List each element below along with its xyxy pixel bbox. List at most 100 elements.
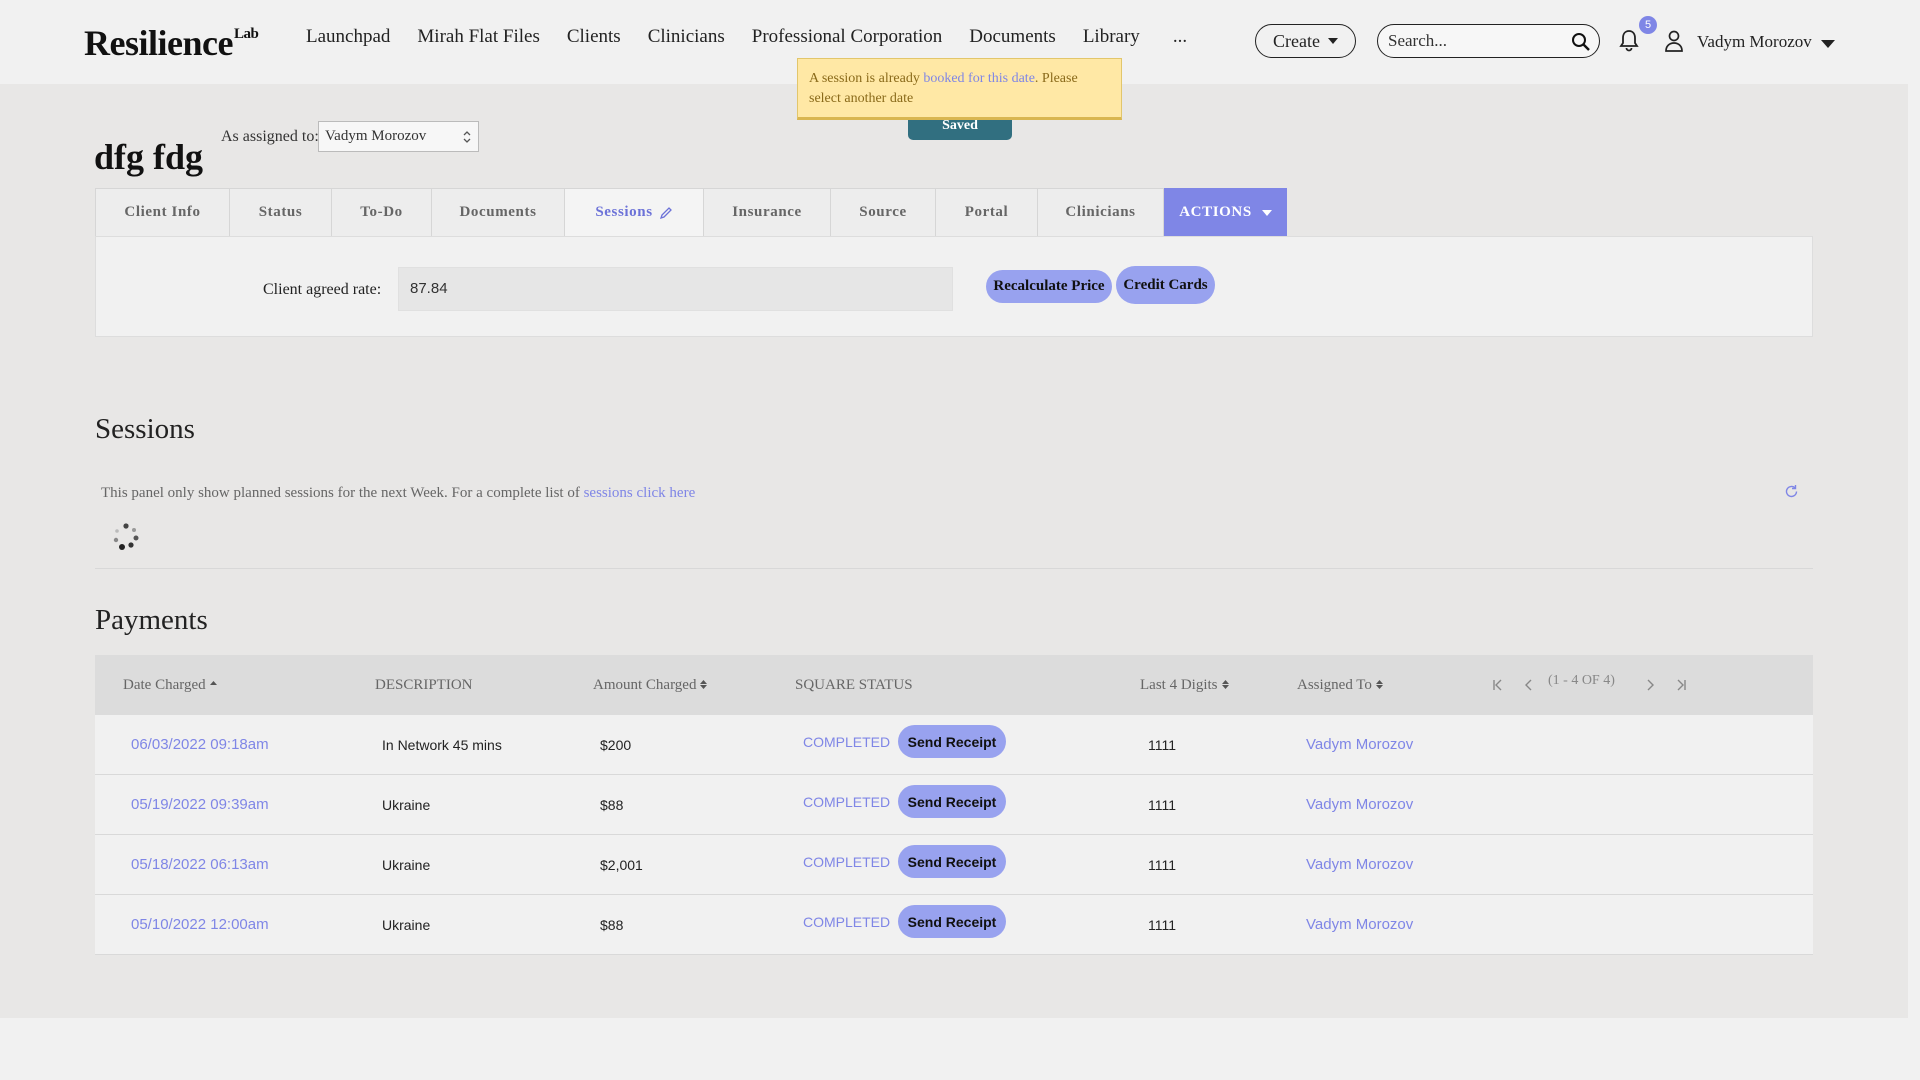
- nav-clients[interactable]: Clients: [567, 26, 621, 48]
- sort-asc-icon: [209, 681, 217, 685]
- actions-menu[interactable]: ACTIONS: [1164, 188, 1287, 237]
- payment-last4: 1111: [1148, 857, 1177, 873]
- payment-status: COMPLETED: [803, 734, 891, 750]
- table-row: 05/18/2022 06:13am Ukraine $2,001 COMPLE…: [95, 835, 1813, 895]
- sessions-link[interactable]: sessions click here: [584, 485, 696, 501]
- sort-icon: [700, 680, 708, 689]
- tab-sessions-label: Sessions: [595, 204, 653, 220]
- col-last-4-digits[interactable]: Last 4 Digits: [1140, 677, 1230, 694]
- payment-status: COMPLETED: [803, 854, 891, 870]
- col-amount-charged-label: Amount Charged: [593, 677, 697, 693]
- send-receipt-button[interactable]: Send Receipt: [898, 905, 1006, 938]
- nav-mirah-flat-files[interactable]: Mirah Flat Files: [417, 26, 539, 48]
- nav-more[interactable]: ...: [1173, 26, 1187, 48]
- user-menu-chevron-down-icon[interactable]: [1821, 40, 1835, 48]
- next-page-icon[interactable]: [1643, 677, 1657, 693]
- payment-assigned-link[interactable]: Vadym Morozov: [1306, 916, 1413, 933]
- chevron-down-icon: [1327, 38, 1338, 44]
- payment-amount: $200: [600, 737, 632, 753]
- nav-launchpad[interactable]: Launchpad: [306, 26, 390, 48]
- payment-assigned-link[interactable]: Vadym Morozov: [1306, 736, 1413, 753]
- payment-description: Ukraine: [382, 857, 431, 873]
- payments-table: Date Charged DESCRIPTION Amount Charged …: [95, 655, 1813, 955]
- first-page-icon[interactable]: [1491, 677, 1505, 693]
- search-input[interactable]: [1388, 31, 1568, 51]
- user-icon[interactable]: [1664, 30, 1684, 52]
- nav-library[interactable]: Library: [1083, 26, 1140, 48]
- assigned-to-select[interactable]: Vadym Morozov: [318, 121, 479, 152]
- col-last-4-digits-label: Last 4 Digits: [1140, 677, 1218, 693]
- last-page-icon[interactable]: [1674, 677, 1688, 693]
- actions-label: ACTIONS: [1179, 204, 1252, 220]
- client-name: dfg fdg: [94, 137, 204, 177]
- bell-icon[interactable]: [1618, 28, 1640, 52]
- payments-title: Payments: [95, 604, 208, 636]
- payment-assigned-link[interactable]: Vadym Morozov: [1306, 796, 1413, 813]
- sort-icon: [1375, 680, 1383, 689]
- credit-cards-button[interactable]: Credit Cards: [1116, 266, 1215, 304]
- sessions-note-text: This panel only show planned sessions fo…: [101, 485, 584, 501]
- payment-amount: $88: [600, 797, 624, 813]
- tab-insurance[interactable]: Insurance: [703, 188, 830, 237]
- notification-badge[interactable]: 5: [1639, 16, 1657, 34]
- search-icon[interactable]: [1571, 32, 1591, 52]
- pencil-icon: [659, 206, 672, 219]
- payment-date-link[interactable]: 06/03/2022 09:18am: [131, 736, 269, 753]
- payment-status: COMPLETED: [803, 914, 891, 930]
- tab-clinicians[interactable]: Clinicians: [1037, 188, 1164, 237]
- refresh-icon[interactable]: [1784, 484, 1799, 499]
- main-nav: Launchpad Mirah Flat Files Clients Clini…: [306, 26, 1214, 48]
- send-receipt-button[interactable]: Send Receipt: [898, 845, 1006, 878]
- col-date-charged[interactable]: Date Charged: [123, 677, 218, 694]
- table-row: 06/03/2022 09:18am In Network 45 mins $2…: [95, 715, 1813, 775]
- payment-assigned-link[interactable]: Vadym Morozov: [1306, 856, 1413, 873]
- create-button[interactable]: Create: [1255, 24, 1356, 58]
- table-row: 05/19/2022 09:39am Ukraine $88 COMPLETED…: [95, 775, 1813, 835]
- loading-spinner-icon: [113, 523, 139, 550]
- payment-status: COMPLETED: [803, 794, 891, 810]
- warning-toast: A session is already booked for this dat…: [797, 58, 1122, 120]
- payment-date-link[interactable]: 05/18/2022 06:13am: [131, 856, 269, 873]
- payment-last4: 1111: [1148, 797, 1177, 813]
- payment-description: In Network 45 mins: [382, 737, 502, 753]
- pagination: (1 - 4 OF 4): [1491, 673, 1721, 697]
- client-rate-input[interactable]: 87.84: [398, 267, 953, 311]
- tab-portal[interactable]: Portal: [935, 188, 1037, 237]
- search-field[interactable]: [1377, 24, 1600, 58]
- user-menu-name[interactable]: Vadym Morozov: [1697, 32, 1812, 52]
- payment-amount: $88: [600, 917, 624, 933]
- section-divider: [95, 568, 1813, 569]
- chevron-down-icon: [1261, 209, 1272, 216]
- col-date-charged-label: Date Charged: [123, 677, 206, 693]
- tab-source[interactable]: Source: [830, 188, 935, 237]
- logo[interactable]: ResilienceLab: [84, 22, 259, 64]
- tab-documents[interactable]: Documents: [431, 188, 564, 237]
- send-receipt-button[interactable]: Send Receipt: [898, 785, 1006, 818]
- select-arrows-icon: [463, 131, 471, 143]
- tab-client-info[interactable]: Client Info: [95, 188, 229, 237]
- payment-date-link[interactable]: 05/19/2022 09:39am: [131, 796, 269, 813]
- nav-clinicians[interactable]: Clinicians: [648, 26, 725, 48]
- tab-status[interactable]: Status: [229, 188, 331, 237]
- pagination-text: (1 - 4 OF 4): [1548, 673, 1615, 688]
- sessions-title: Sessions: [95, 413, 195, 445]
- client-rate-label: Client agreed rate:: [263, 281, 382, 298]
- payment-date-link[interactable]: 05/10/2022 12:00am: [131, 916, 269, 933]
- toast-link[interactable]: booked for this date: [923, 71, 1035, 86]
- tab-to-do[interactable]: To-Do: [331, 188, 431, 237]
- col-amount-charged[interactable]: Amount Charged: [593, 677, 708, 694]
- assigned-to-label: As assigned to:: [221, 128, 319, 145]
- payment-last4: 1111: [1148, 917, 1177, 933]
- prev-page-icon[interactable]: [1522, 677, 1536, 693]
- col-description: DESCRIPTION: [375, 677, 473, 693]
- payment-description: Ukraine: [382, 797, 431, 813]
- payment-amount: $2,001: [600, 857, 643, 873]
- recalculate-price-button[interactable]: Recalculate Price: [986, 270, 1112, 303]
- tab-sessions[interactable]: Sessions: [564, 188, 703, 237]
- nav-documents[interactable]: Documents: [969, 26, 1056, 48]
- create-label: Create: [1273, 30, 1320, 51]
- toast-text-before: A session is already: [809, 71, 924, 86]
- col-assigned-to[interactable]: Assigned To: [1297, 677, 1384, 694]
- nav-professional-corporation[interactable]: Professional Corporation: [752, 26, 943, 48]
- send-receipt-button[interactable]: Send Receipt: [898, 725, 1006, 758]
